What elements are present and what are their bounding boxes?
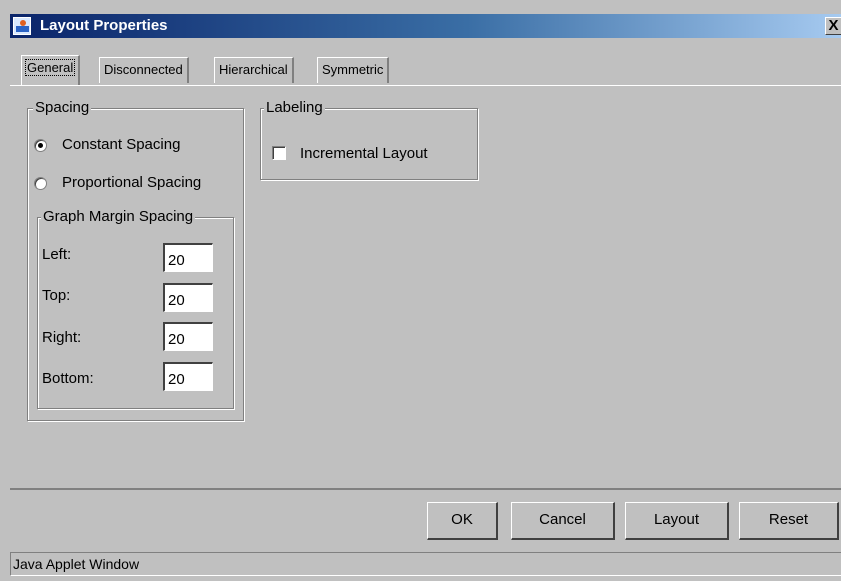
right-margin-input[interactable] (163, 322, 213, 351)
ok-button[interactable]: OK (427, 502, 498, 540)
graph-margin-legend: Graph Margin Spacing (41, 208, 196, 225)
top-margin-label: Top: (42, 287, 71, 304)
proportional-spacing-label: Proportional Spacing (62, 174, 202, 191)
proportional-spacing-radio[interactable] (34, 177, 47, 190)
spacing-legend: Spacing (33, 99, 92, 116)
reset-button[interactable]: Reset (739, 502, 839, 540)
button-separator (10, 488, 841, 490)
bottom-margin-label: Bottom: (42, 370, 94, 387)
labeling-legend: Labeling (264, 99, 325, 116)
tab-panel-border (10, 85, 841, 86)
incremental-layout-checkbox[interactable] (272, 146, 286, 160)
cancel-button[interactable]: Cancel (511, 502, 615, 540)
tab-general-label: General (24, 59, 76, 76)
constant-spacing-radio[interactable] (34, 139, 47, 152)
labeling-group: Labeling (260, 99, 478, 180)
tab-disconnected-label: Disconnected (104, 62, 183, 77)
tab-symmetric[interactable]: Symmetric (317, 57, 390, 83)
layout-button[interactable]: Layout (625, 502, 729, 540)
bottom-margin-input[interactable] (163, 362, 213, 391)
status-text: Java Applet Window (13, 556, 140, 572)
tab-symmetric-label: Symmetric (322, 62, 384, 77)
title-bar[interactable]: Layout Properties X (10, 14, 841, 38)
window-title: Layout Properties (40, 17, 168, 34)
java-app-icon (13, 17, 31, 35)
incremental-layout-label: Incremental Layout (300, 145, 428, 162)
tab-hierarchical[interactable]: Hierarchical (214, 57, 294, 83)
left-margin-input[interactable] (163, 243, 213, 272)
layout-properties-window: Layout Properties X General Disconnected… (0, 0, 841, 581)
top-margin-input[interactable] (163, 283, 213, 312)
constant-spacing-label: Constant Spacing (62, 136, 181, 153)
left-margin-label: Left: (42, 246, 72, 263)
right-margin-label: Right: (42, 329, 82, 346)
status-bar: Java Applet Window (10, 552, 841, 576)
tab-disconnected[interactable]: Disconnected (99, 57, 189, 83)
tab-general[interactable]: General (21, 55, 81, 85)
tab-hierarchical-label: Hierarchical (219, 62, 288, 77)
close-button[interactable]: X (825, 17, 841, 35)
